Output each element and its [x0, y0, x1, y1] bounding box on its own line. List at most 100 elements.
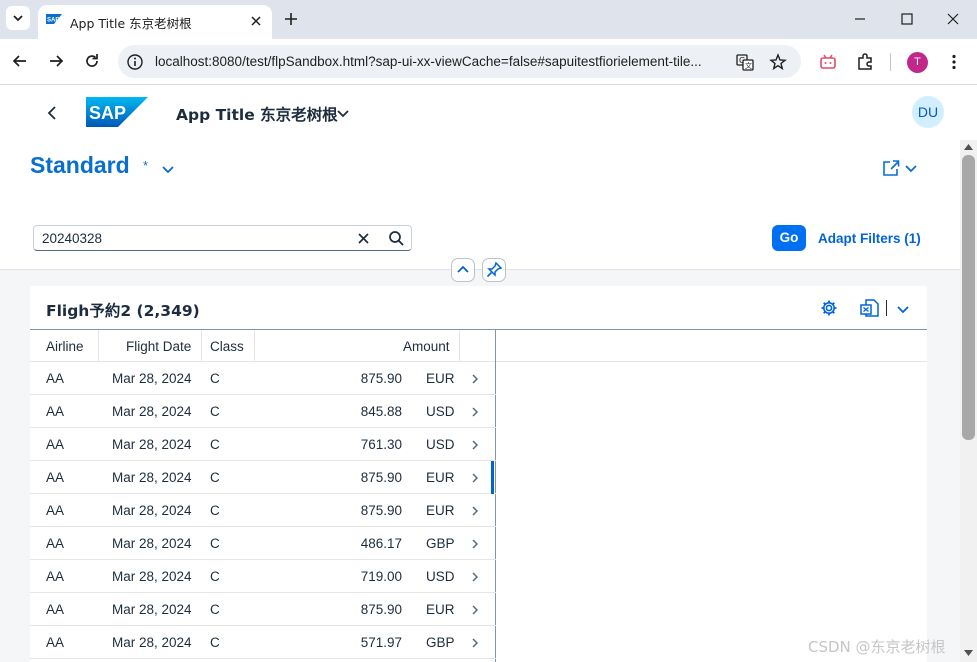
table-row[interactable]: AA Mar 28, 2024 C 875.90 EUR: [30, 461, 496, 494]
table-row[interactable]: AA Mar 28, 2024 C 845.88 USD: [30, 395, 496, 428]
cell-class: C: [210, 470, 220, 485]
table-row[interactable]: AA Mar 28, 2024 C 875.90 EUR: [30, 494, 496, 527]
minimize-icon[interactable]: [851, 10, 869, 28]
browser-toolbar: localhost:8080/test/flpSandbox.html?sap-…: [0, 39, 977, 85]
column-header-amount[interactable]: Amount: [403, 339, 450, 354]
tab-search-menu-button[interactable]: [6, 6, 30, 30]
cell-amount: 875.90: [360, 371, 402, 386]
close-icon[interactable]: [248, 13, 264, 29]
cell-class: C: [210, 536, 220, 551]
cell-currency: GBP: [426, 536, 455, 551]
column-header-airline[interactable]: Airline: [46, 339, 84, 354]
cell-flight-date: Mar 28, 2024: [112, 503, 192, 518]
pin-header-button[interactable]: [482, 258, 506, 282]
search-icon[interactable]: [388, 230, 405, 247]
settings-gear-icon[interactable]: [820, 299, 838, 317]
cell-amount: 845.88: [360, 404, 402, 419]
tab-title: App Title 东京老树根: [70, 16, 192, 31]
profile-avatar[interactable]: T: [907, 52, 928, 73]
window-close-icon[interactable]: [944, 10, 962, 28]
go-button[interactable]: Go: [772, 225, 806, 251]
dynamic-page-header: Standard * 20240328 Go Adapt Filters (1): [0, 140, 960, 270]
bookmark-star-icon[interactable]: [769, 53, 787, 71]
chevron-up-icon: [457, 265, 469, 273]
browser-tabstrip: SAP App Title 东京老树根: [0, 0, 977, 39]
table-card: Fligh予約2 (2,349) Airline Flight Date Cla…: [30, 286, 927, 662]
user-avatar[interactable]: DU: [912, 96, 944, 128]
site-info-icon[interactable]: [126, 53, 144, 71]
cell-airline: AA: [46, 470, 65, 485]
app-title[interactable]: App Title 东京老树根: [176, 103, 338, 125]
new-tab-icon[interactable]: [281, 9, 301, 29]
cell-currency: USD: [426, 404, 455, 419]
reload-icon[interactable]: [82, 51, 102, 71]
cell-amount: 719.00: [360, 569, 402, 584]
cell-currency: EUR: [426, 470, 455, 485]
table-row[interactable]: AA Mar 28, 2024 C 875.90 EUR: [30, 362, 496, 395]
table-row[interactable]: AA Mar 28, 2024 C 875.90 EUR: [30, 593, 496, 626]
sap-favicon-icon: SAP: [46, 14, 62, 24]
scroll-up-arrow-icon[interactable]: [964, 144, 973, 150]
maximize-icon[interactable]: [898, 10, 916, 28]
column-divider: [459, 330, 460, 362]
cell-flight-date: Mar 28, 2024: [112, 404, 192, 419]
row-navigation-chevron-icon[interactable]: [469, 373, 481, 385]
row-navigation-chevron-icon[interactable]: [469, 637, 481, 649]
collapse-header-button[interactable]: [451, 258, 475, 282]
address-bar[interactable]: localhost:8080/test/flpSandbox.html?sap-…: [118, 45, 801, 78]
cell-currency: GBP: [426, 635, 455, 650]
svg-text:文: 文: [745, 61, 752, 70]
cell-amount: 875.90: [360, 470, 402, 485]
table-row[interactable]: AA Mar 28, 2024 C 486.17 GBP: [30, 527, 496, 560]
scrollbar-thumb[interactable]: [962, 155, 975, 440]
row-navigation-chevron-icon[interactable]: [469, 472, 481, 484]
cell-flight-date: Mar 28, 2024: [112, 602, 192, 617]
cell-amount: 571.97: [360, 635, 402, 650]
column-divider: [254, 330, 255, 362]
column-header-class[interactable]: Class: [210, 339, 244, 354]
clear-icon[interactable]: [356, 231, 371, 246]
row-navigation-chevron-icon[interactable]: [469, 406, 481, 418]
extension-robot-icon[interactable]: [818, 52, 838, 72]
row-navigation-chevron-icon[interactable]: [469, 505, 481, 517]
shell-bar: SAP App Title 东京老树根 DU: [0, 86, 977, 140]
chevron-down-icon[interactable]: [336, 106, 350, 120]
row-navigation-chevron-icon[interactable]: [469, 571, 481, 583]
svg-text:SAP: SAP: [47, 18, 59, 24]
table-header-row: Airline Flight Date Class Amount: [30, 329, 927, 362]
row-navigation-chevron-icon[interactable]: [469, 538, 481, 550]
table-row[interactable]: AA Mar 28, 2024 C 761.30 USD: [30, 428, 496, 461]
forward-icon[interactable]: [46, 51, 66, 71]
cell-class: C: [210, 569, 220, 584]
adapt-filters-button[interactable]: Adapt Filters (1): [818, 231, 921, 246]
back-icon[interactable]: [10, 51, 30, 71]
cell-flight-date: Mar 28, 2024: [112, 569, 192, 584]
cell-flight-date: Mar 28, 2024: [112, 437, 192, 452]
row-navigation-chevron-icon[interactable]: [469, 604, 481, 616]
kebab-menu-icon[interactable]: [944, 52, 964, 72]
variant-title[interactable]: Standard: [30, 152, 130, 179]
watermark: CSDN @东京老树根: [808, 638, 946, 656]
sap-logo[interactable]: SAP: [86, 97, 148, 127]
table-row[interactable]: AA Mar 28, 2024 C 719.00 USD: [30, 560, 496, 593]
row-navigation-chevron-icon[interactable]: [469, 439, 481, 451]
chevron-down-icon[interactable]: [896, 302, 910, 316]
table-title: Fligh予約2 (2,349): [46, 302, 200, 320]
toolbar-separator: [886, 300, 887, 316]
translate-icon[interactable]: G文: [736, 53, 754, 71]
table-row[interactable]: AA Mar 28, 2024 C 571.97 GBP: [30, 626, 496, 659]
cell-class: C: [210, 602, 220, 617]
cell-airline: AA: [46, 635, 65, 650]
export-spreadsheet-icon[interactable]: [860, 299, 880, 317]
browser-tab[interactable]: SAP App Title 东京老树根: [38, 5, 272, 39]
chevron-down-icon[interactable]: [161, 162, 175, 176]
cell-flight-date: Mar 28, 2024: [112, 470, 192, 485]
cell-airline: AA: [46, 503, 65, 518]
extensions-puzzle-icon[interactable]: [855, 52, 875, 72]
scroll-down-arrow-icon[interactable]: [964, 650, 973, 656]
column-header-flight-date[interactable]: Flight Date: [126, 339, 191, 354]
share-icon[interactable]: [881, 158, 921, 178]
back-arrow-icon[interactable]: [44, 104, 62, 122]
search-input[interactable]: 20240328: [33, 225, 412, 251]
cell-class: C: [210, 437, 220, 452]
